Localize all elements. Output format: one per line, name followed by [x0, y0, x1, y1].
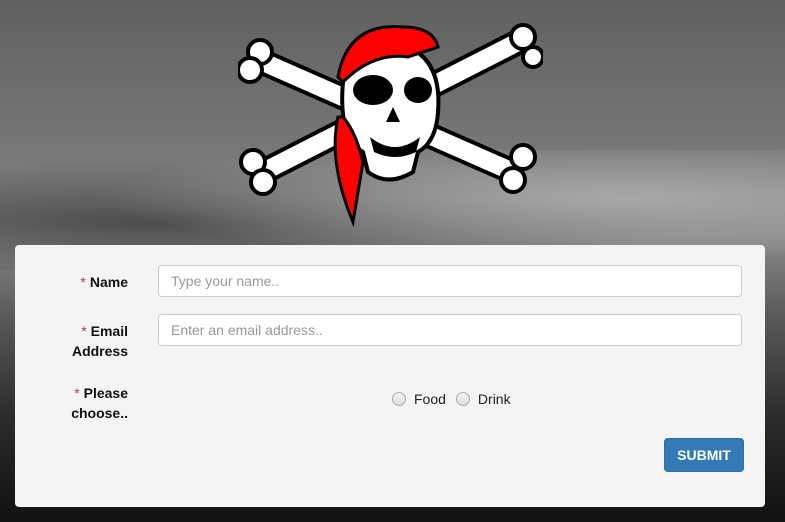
radio-option-drink[interactable]: Drink — [455, 391, 511, 407]
choose-label: * Please choose.. — [71, 385, 128, 421]
name-label: * Name — [80, 274, 128, 290]
submit-button[interactable]: SUBMIT — [664, 438, 744, 472]
pirate-skull-crossbones-icon — [238, 23, 543, 227]
email-label: * Email Address — [71, 323, 128, 359]
radio-button[interactable] — [392, 392, 406, 406]
radio-button[interactable] — [455, 392, 470, 406]
required-mark: * — [81, 323, 87, 339]
choice-radio-group: Food Drink — [392, 391, 521, 407]
radio-option-food[interactable]: Food — [392, 391, 446, 407]
required-mark: * — [80, 274, 86, 290]
form-panel: * Name * Email Address * Please choose..… — [15, 245, 765, 507]
required-mark: * — [74, 385, 80, 401]
email-input[interactable] — [158, 314, 742, 346]
name-input[interactable] — [158, 265, 742, 297]
